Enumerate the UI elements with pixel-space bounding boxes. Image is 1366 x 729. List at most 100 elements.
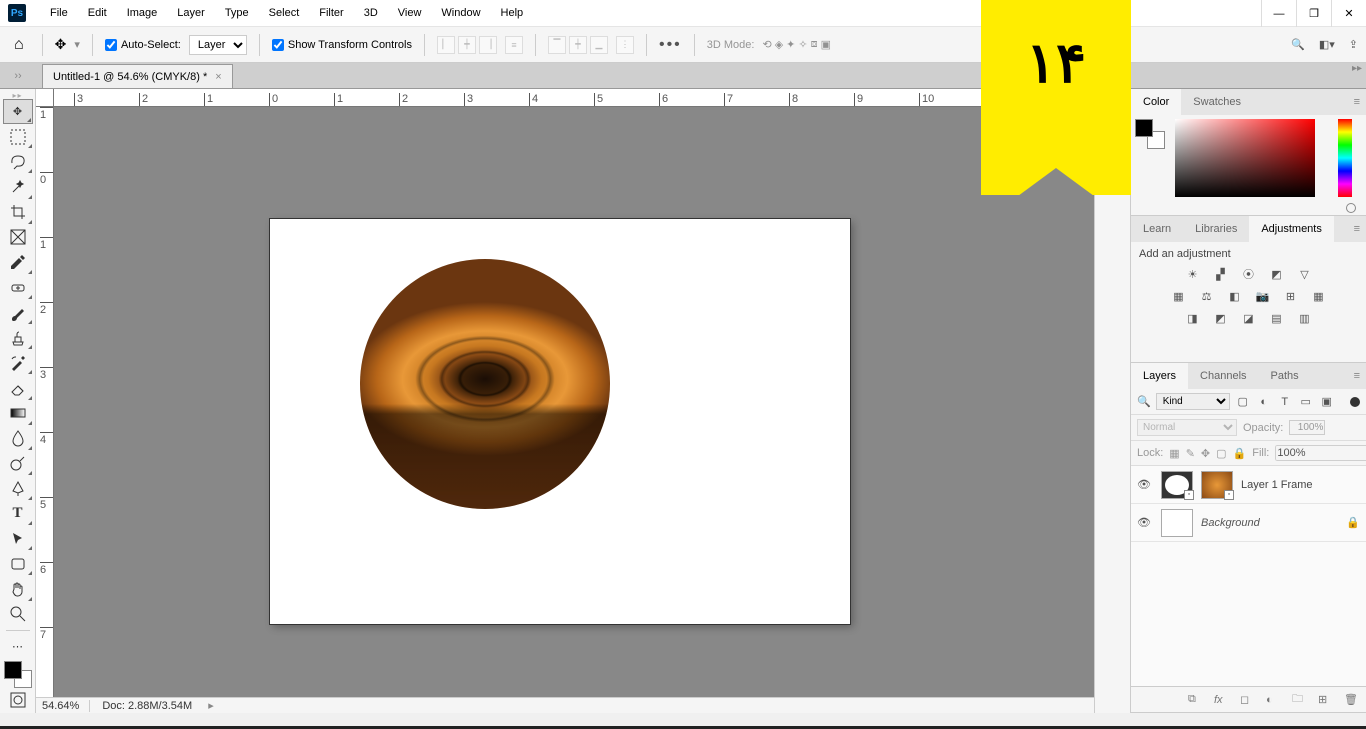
tab-libraries[interactable]: Libraries [1183, 216, 1249, 242]
layer-style-icon[interactable]: fx [1214, 694, 1228, 706]
zoom-level[interactable]: 54.64% [42, 700, 90, 712]
selective-color-icon[interactable]: ▥ [1296, 310, 1314, 326]
lock-position-icon[interactable]: ✥ [1201, 447, 1210, 460]
gradient-map-icon[interactable]: ▤ [1268, 310, 1286, 326]
menu-view[interactable]: View [388, 3, 432, 23]
layer-mask-thumb[interactable]: ▫ [1161, 471, 1193, 499]
type-tool[interactable]: T [3, 501, 33, 526]
tab-layers[interactable]: Layers [1131, 363, 1188, 389]
filter-smart-icon[interactable]: ▣ [1319, 394, 1335, 410]
panel-menu-icon[interactable]: ≡ [1354, 370, 1360, 382]
align-right-icon[interactable]: ▕ [479, 36, 497, 54]
filter-type-icon[interactable]: T [1277, 394, 1293, 410]
edit-toolbar-button[interactable]: ⋯ [3, 634, 33, 659]
home-icon[interactable]: ⌂ [8, 36, 30, 54]
auto-select-target[interactable]: Layer [189, 35, 247, 55]
tab-swatches[interactable]: Swatches [1181, 89, 1253, 115]
color-wheel-toggle-icon[interactable] [1346, 203, 1356, 213]
align-bottom-icon[interactable]: ▁ [590, 36, 608, 54]
group-icon[interactable]: 🗀 [1292, 690, 1306, 709]
tab-adjustments[interactable]: Adjustments [1249, 216, 1334, 242]
show-transform-checkbox[interactable]: Show Transform Controls [272, 39, 412, 51]
menu-filter[interactable]: Filter [309, 3, 353, 23]
threshold-icon[interactable]: ◪ [1240, 310, 1258, 326]
hue-slider[interactable] [1338, 119, 1352, 197]
tab-channels[interactable]: Channels [1188, 363, 1258, 389]
history-brush-tool[interactable] [3, 350, 33, 375]
pen-tool[interactable] [3, 476, 33, 501]
align-vcenter-icon[interactable]: ┿ [569, 36, 587, 54]
lock-transparency-icon[interactable]: ▦ [1169, 447, 1179, 460]
menu-select[interactable]: Select [259, 3, 310, 23]
color-lookup-icon[interactable]: ▦ [1310, 288, 1328, 304]
search-icon[interactable]: 🔍 [1291, 38, 1305, 51]
blur-tool[interactable] [3, 426, 33, 451]
move-tool[interactable]: ✥ [3, 99, 33, 124]
layer-filter-kind[interactable]: Kind [1156, 393, 1230, 410]
color-fgbg-swatches[interactable] [1135, 119, 1165, 149]
dodge-tool[interactable] [3, 451, 33, 476]
lock-artboard-icon[interactable]: ▢ [1216, 447, 1226, 460]
frame-content-image[interactable] [360, 259, 610, 509]
curves-icon[interactable]: ⦿ [1240, 266, 1258, 282]
zoom-tool[interactable] [3, 602, 33, 627]
healing-brush-tool[interactable] [3, 275, 33, 300]
tab-paths[interactable]: Paths [1259, 363, 1311, 389]
doc-size-readout[interactable]: Doc: 2.88M/3.54M [102, 700, 192, 712]
clone-stamp-tool[interactable] [3, 325, 33, 350]
vibrance-icon[interactable]: ▽ [1296, 266, 1314, 282]
hand-tool[interactable] [3, 576, 33, 601]
canvas-area[interactable]: 3 2 1 0 1 2 3 4 5 6 7 8 9 10 1 0 1 2 3 4… [36, 89, 1094, 713]
exposure-icon[interactable]: ◩ [1268, 266, 1286, 282]
rectangle-tool[interactable] [3, 551, 33, 576]
crop-tool[interactable] [3, 200, 33, 225]
menu-layer[interactable]: Layer [167, 3, 215, 23]
align-left-icon[interactable]: ▏ [437, 36, 455, 54]
status-menu-icon[interactable]: ▸ [208, 699, 214, 712]
tab-learn[interactable]: Learn [1131, 216, 1183, 242]
black-white-icon[interactable]: ◧ [1226, 288, 1244, 304]
filter-toggle[interactable] [1350, 397, 1360, 407]
delete-layer-icon[interactable]: 🗑 [1344, 693, 1358, 706]
auto-select-checkbox[interactable]: Auto-Select: [105, 39, 181, 51]
menu-edit[interactable]: Edit [78, 3, 117, 23]
more-options-icon[interactable]: ••• [659, 36, 682, 54]
window-maximize-button[interactable]: ❐ [1296, 0, 1331, 27]
adjustment-layer-icon[interactable]: ◐ [1266, 694, 1280, 706]
tab-color[interactable]: Color [1131, 89, 1181, 115]
channel-mixer-icon[interactable]: ⊞ [1282, 288, 1300, 304]
hue-saturation-icon[interactable]: ▦ [1170, 288, 1188, 304]
menu-help[interactable]: Help [491, 3, 534, 23]
ruler-horizontal[interactable]: 3 2 1 0 1 2 3 4 5 6 7 8 9 10 [54, 89, 1094, 107]
layer-mask-icon[interactable]: ◻ [1240, 693, 1254, 706]
gradient-tool[interactable] [3, 401, 33, 426]
workspace-switcher-icon[interactable]: ◧▾ [1319, 38, 1335, 51]
share-icon[interactable]: ⇪ [1349, 38, 1358, 51]
menu-image[interactable]: Image [117, 3, 168, 23]
path-selection-tool[interactable] [3, 526, 33, 551]
marquee-tool[interactable] [3, 124, 33, 149]
filter-shape-icon[interactable]: ▭ [1298, 394, 1314, 410]
link-layers-icon[interactable]: ⧉ [1188, 693, 1202, 706]
photo-filter-icon[interactable]: 📷 [1254, 288, 1272, 304]
menu-window[interactable]: Window [431, 3, 490, 23]
invert-icon[interactable]: ◨ [1184, 310, 1202, 326]
menu-3d[interactable]: 3D [354, 3, 388, 23]
lock-image-icon[interactable]: ✎ [1186, 447, 1195, 460]
ruler-origin[interactable] [36, 89, 54, 107]
layer-row[interactable]: 👁 ▫ ▫ Layer 1 Frame [1131, 466, 1366, 504]
fill-field[interactable] [1275, 445, 1366, 461]
filter-adjustment-icon[interactable]: ◐ [1256, 394, 1272, 410]
color-spectrum[interactable] [1175, 119, 1315, 197]
visibility-toggle-icon[interactable]: 👁 [1137, 478, 1153, 491]
panel-menu-icon[interactable]: ≡ [1354, 223, 1360, 235]
brush-tool[interactable] [3, 300, 33, 325]
panels-collapse-icon[interactable]: ▸▸ [1352, 63, 1362, 74]
align-hcenter-icon[interactable]: ┿ [458, 36, 476, 54]
align-top-icon[interactable]: ▔ [548, 36, 566, 54]
blend-mode-select[interactable]: Normal [1137, 419, 1237, 436]
layer-content-thumb[interactable] [1161, 509, 1193, 537]
panel-menu-icon[interactable]: ≡ [1354, 96, 1360, 108]
filter-pixel-icon[interactable]: ▢ [1235, 394, 1251, 410]
lock-all-icon[interactable]: 🔒 [1233, 447, 1247, 460]
